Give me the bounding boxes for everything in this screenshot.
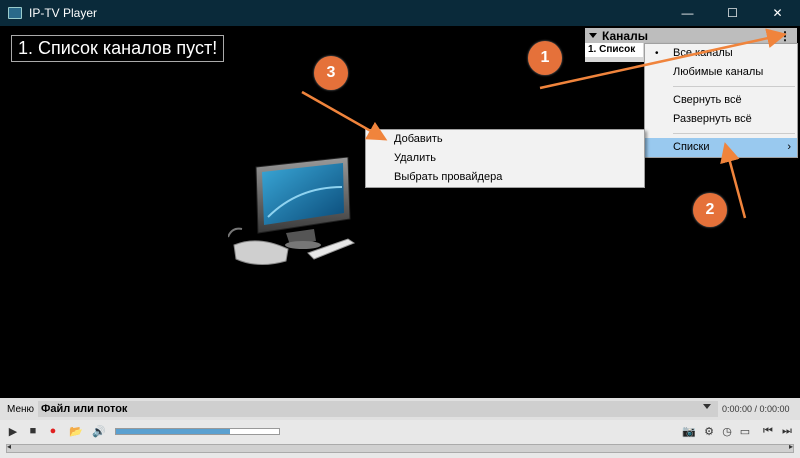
menu-item-label: Свернуть всё: [673, 94, 742, 106]
play-icon[interactable]: ▶: [6, 424, 20, 438]
menu-item-favorite-channels[interactable]: Любимые каналы: [645, 63, 797, 82]
menu-item-label: Выбрать провайдера: [394, 171, 503, 183]
step-badge-2: 2: [693, 193, 727, 227]
empty-list-message: 1. Список каналов пуст!: [11, 35, 225, 62]
channels-menu-icon[interactable]: ⋮: [779, 29, 791, 43]
prev-channel-icon[interactable]: ⏮: [761, 424, 775, 438]
channel-list-row[interactable]: 1. Список: [585, 43, 643, 57]
menu-item-collapse-all[interactable]: Свернуть всё: [645, 91, 797, 110]
settings-icon[interactable]: ⚙: [702, 424, 716, 438]
stop-icon[interactable]: ■: [26, 424, 40, 438]
menu-item-label: Все каналы: [673, 47, 733, 59]
volume-icon[interactable]: 🔊: [92, 424, 106, 438]
channels-title: Каналы: [602, 28, 648, 43]
menu-item-add[interactable]: Добавить: [366, 130, 644, 149]
window-controls: — ☐ ✕: [665, 0, 800, 26]
menu-item-delete[interactable]: Удалить: [366, 149, 644, 168]
menu-item-lists[interactable]: Списки ›: [645, 138, 797, 157]
aspect-icon[interactable]: ▭: [738, 424, 752, 438]
step-badge-3: 3: [314, 56, 348, 90]
record-icon[interactable]: ●: [46, 424, 60, 438]
time-display: 0:00:00 / 0:00:00: [722, 404, 790, 414]
app-icon: [8, 7, 22, 19]
volume-fill: [116, 429, 231, 434]
collapse-triangle-icon[interactable]: [589, 33, 597, 38]
scroll-right-icon[interactable]: ▸: [789, 442, 793, 451]
step-badge-1: 1: [528, 41, 562, 75]
close-button[interactable]: ✕: [755, 0, 800, 26]
source-selector[interactable]: Файл или поток: [38, 401, 718, 417]
source-dropdown-icon[interactable]: [703, 404, 711, 409]
channels-context-menu: • Все каналы Любимые каналы Свернуть всё…: [644, 43, 798, 158]
maximize-button[interactable]: ☐: [710, 0, 755, 26]
channels-header[interactable]: Каналы: [585, 28, 797, 43]
menu-item-label: Развернуть всё: [673, 113, 752, 125]
minimize-button[interactable]: —: [665, 0, 710, 26]
volume-slider[interactable]: [115, 428, 280, 435]
next-channel-icon[interactable]: ⏭: [780, 424, 794, 438]
scroll-left-icon[interactable]: ◂: [7, 442, 11, 451]
screenshot-icon[interactable]: 📷: [682, 424, 696, 438]
selected-bullet-icon: •: [655, 48, 659, 59]
menu-button[interactable]: Меню: [7, 404, 34, 415]
tv-illustration: [228, 157, 356, 265]
menu-item-label: Удалить: [394, 152, 436, 164]
playback-row: ▶ ■ ● 📂 🔊 📷 ⚙ ◷ ▭ ⏮ ⏭: [0, 420, 800, 442]
menu-separator: [673, 86, 795, 87]
window-title: IP-TV Player: [29, 6, 98, 20]
menu-item-label: Списки: [673, 141, 710, 153]
menu-item-expand-all[interactable]: Развернуть всё: [645, 110, 797, 129]
menu-separator: [673, 133, 795, 134]
timer-icon[interactable]: ◷: [720, 424, 734, 438]
menu-item-all-channels[interactable]: • Все каналы: [645, 44, 797, 63]
lists-submenu: Добавить Удалить Выбрать провайдера: [365, 129, 645, 188]
submenu-arrow-icon: ›: [787, 141, 791, 153]
control-bar: Меню Файл или поток 0:00:00 / 0:00:00 ▶ …: [0, 398, 800, 458]
menu-item-label: Добавить: [394, 133, 443, 145]
title-bar: IP-TV Player — ☐ ✕: [0, 0, 800, 26]
seek-scrollbar[interactable]: ◂ ▸: [6, 442, 794, 453]
open-folder-icon[interactable]: 📂: [69, 424, 83, 438]
menu-item-label: Любимые каналы: [673, 66, 764, 78]
menu-item-select-provider[interactable]: Выбрать провайдера: [366, 168, 644, 187]
